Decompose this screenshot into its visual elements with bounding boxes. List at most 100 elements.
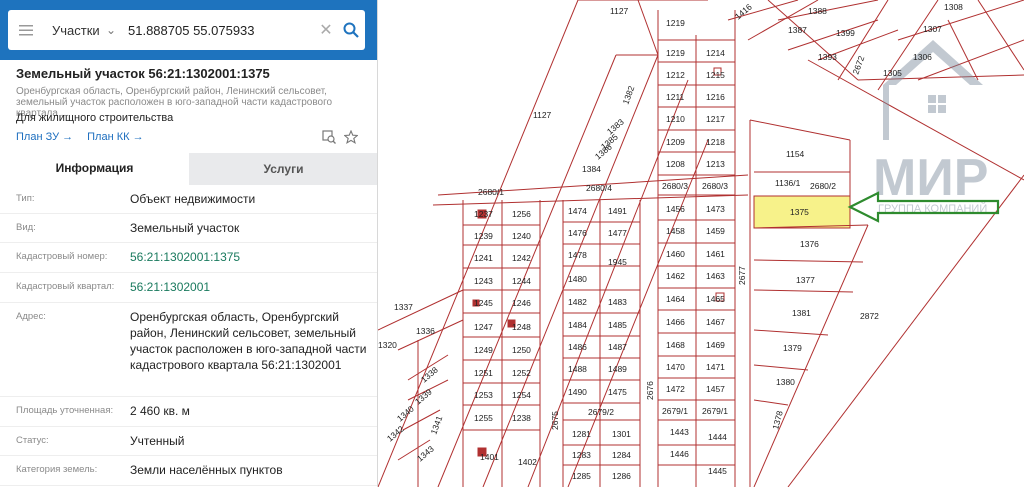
parcel-label: 1469	[706, 340, 725, 350]
parcel-label: 2679/1	[702, 406, 728, 416]
parcel-label: 1384	[582, 164, 601, 174]
parcel-label: 1215	[706, 70, 725, 80]
parcel-label: 1136/1	[775, 178, 801, 188]
parcel-label: 1251	[474, 368, 493, 378]
parcel-label: 1241	[474, 253, 493, 263]
parcel-label: 1214	[706, 48, 725, 58]
parcel-label: 1239	[474, 231, 493, 241]
parcel-label: 1457	[706, 384, 725, 394]
parcel-label: 1473	[706, 204, 725, 214]
parcel-label: 1474	[568, 206, 587, 216]
tab-info[interactable]: Информация	[0, 153, 189, 185]
close-icon[interactable]: ✕	[315, 20, 337, 40]
search-type-select[interactable]: Участки	[44, 23, 106, 38]
parcel-label: 1381	[792, 308, 811, 318]
info-value: Земельный участок	[130, 221, 240, 235]
cadastral-number-link[interactable]: 56:21:1302001:1375	[130, 243, 377, 272]
zoom-to-icon[interactable]	[322, 130, 336, 144]
parcel-label: 2677	[737, 266, 747, 285]
parcel-label: 1463	[706, 271, 725, 281]
parcel-label: 1445	[708, 466, 727, 476]
parcel-label: 1483	[608, 297, 627, 307]
parcel-label: 1464	[666, 294, 685, 304]
chevron-down-icon[interactable]: ⌄	[106, 23, 124, 37]
parcel-label: 1247	[474, 322, 493, 332]
search-box: Участки ⌄ ✕	[8, 10, 365, 50]
parcel-label: 1416	[733, 2, 754, 22]
info-row-status: Статус: Учтенный	[0, 427, 377, 456]
parcel-label: 2680/2	[810, 181, 836, 191]
info-value: Объект недвижимости	[130, 192, 256, 206]
parcel-label: 2679/2	[588, 407, 614, 417]
info-label: Категория земель:	[16, 464, 98, 475]
parcel-label: 1127	[610, 6, 629, 16]
star-icon[interactable]	[344, 130, 358, 144]
object-purpose: Для жилищного строительства	[16, 112, 174, 124]
plan-zu-link[interactable]: План ЗУ →	[16, 131, 73, 143]
info-row-cadastral-number: Кадастровый номер: 56:21:1302001:1375	[0, 243, 377, 273]
parcel-label: 1458	[666, 226, 685, 236]
parcel-label: 1490	[568, 387, 587, 397]
parcel-label: 1377	[796, 275, 815, 285]
info-row-type: Тип: Объект недвижимости	[0, 185, 377, 214]
info-label: Кадастровый квартал:	[16, 281, 115, 292]
info-row-address: Адрес: Оренбургская область, Оренбургский…	[0, 303, 377, 397]
parcel-label: 1248	[512, 322, 531, 332]
parcel-label: 1245	[474, 298, 493, 308]
plan-links: План ЗУ → План КК →	[16, 131, 144, 143]
cadastral-quarter-link[interactable]: 56:21:1302001	[130, 273, 377, 302]
parcel-label: 1308	[944, 2, 963, 12]
parcel-label: 2680/3	[702, 181, 728, 191]
info-value: Учтенный	[130, 434, 185, 448]
parcel-label: 2872	[860, 311, 879, 321]
parcel-label: 1211	[666, 92, 685, 102]
parcel-label: 2676	[645, 381, 655, 400]
parcel-label: 1237	[474, 209, 493, 219]
parcel-label: 1484	[568, 320, 587, 330]
parcel-label: 1482	[568, 297, 587, 307]
parcel-label: 1945	[608, 257, 627, 267]
parcel-label: 1238	[512, 413, 531, 423]
parcel-labels: 1127 1127 1219 1219 1214 1212 1215 1211 …	[378, 2, 963, 481]
parcel-label: 1468	[666, 340, 685, 350]
parcel-label: 1472	[666, 384, 685, 394]
cadastral-map[interactable]: МИР ГРУППА КОМПАНИЙ 1127 1127 1219 1219 …	[378, 0, 1024, 487]
parcel-label: 1456	[666, 204, 685, 214]
parcel-label: 1466	[666, 317, 685, 327]
parcel-label: 1467	[706, 317, 725, 327]
parcel-label: 1213	[706, 159, 725, 169]
tabs: Информация Услуги	[0, 153, 377, 185]
parcel-label: 1465	[706, 294, 725, 304]
parcel-label: 1460	[666, 249, 685, 259]
parcel-label: 1380	[776, 377, 795, 387]
parcel-label: 1476	[568, 228, 587, 238]
menu-icon[interactable]	[8, 10, 44, 50]
parcel-label: 1253	[474, 390, 493, 400]
search-icon[interactable]	[337, 22, 365, 38]
parcel-label: 1217	[706, 114, 725, 124]
parcel-label: 1219	[666, 18, 685, 28]
plan-kk-link[interactable]: План КК →	[87, 131, 143, 143]
parcel-label: 1338	[419, 365, 440, 385]
parcel-label: 1459	[706, 226, 725, 236]
tab-services[interactable]: Услуги	[189, 153, 377, 185]
parcel-label: 1242	[512, 253, 531, 263]
search-input[interactable]	[124, 22, 315, 38]
parcel-label: 1337	[394, 302, 413, 312]
info-row-land-category: Категория земель: Земли населённых пункто…	[0, 456, 377, 486]
info-row-area: Площадь уточненная: 2 460 кв. м	[0, 397, 377, 427]
info-panel: Участки ⌄ ✕ Земельный участок 56:21:1302…	[0, 0, 378, 487]
parcel-label: 1336	[416, 326, 435, 336]
parcel-label: 1488	[568, 364, 587, 374]
parcel-label: 1339	[413, 387, 434, 407]
map-canvas: МИР ГРУППА КОМПАНИЙ 1127 1127 1219 1219 …	[378, 0, 1024, 487]
parcel-label: 1402	[518, 457, 537, 467]
parcel-label: 1378	[770, 409, 785, 430]
parcel-label: 1382	[620, 84, 636, 105]
parcel-label: 2672	[850, 54, 866, 75]
info-label: Тип:	[16, 193, 35, 204]
parcel-label: 1306	[913, 52, 932, 62]
parcel-label: 1209	[666, 137, 685, 147]
parcel-label: 1477	[608, 228, 627, 238]
parcel-label: 1379	[783, 343, 802, 353]
